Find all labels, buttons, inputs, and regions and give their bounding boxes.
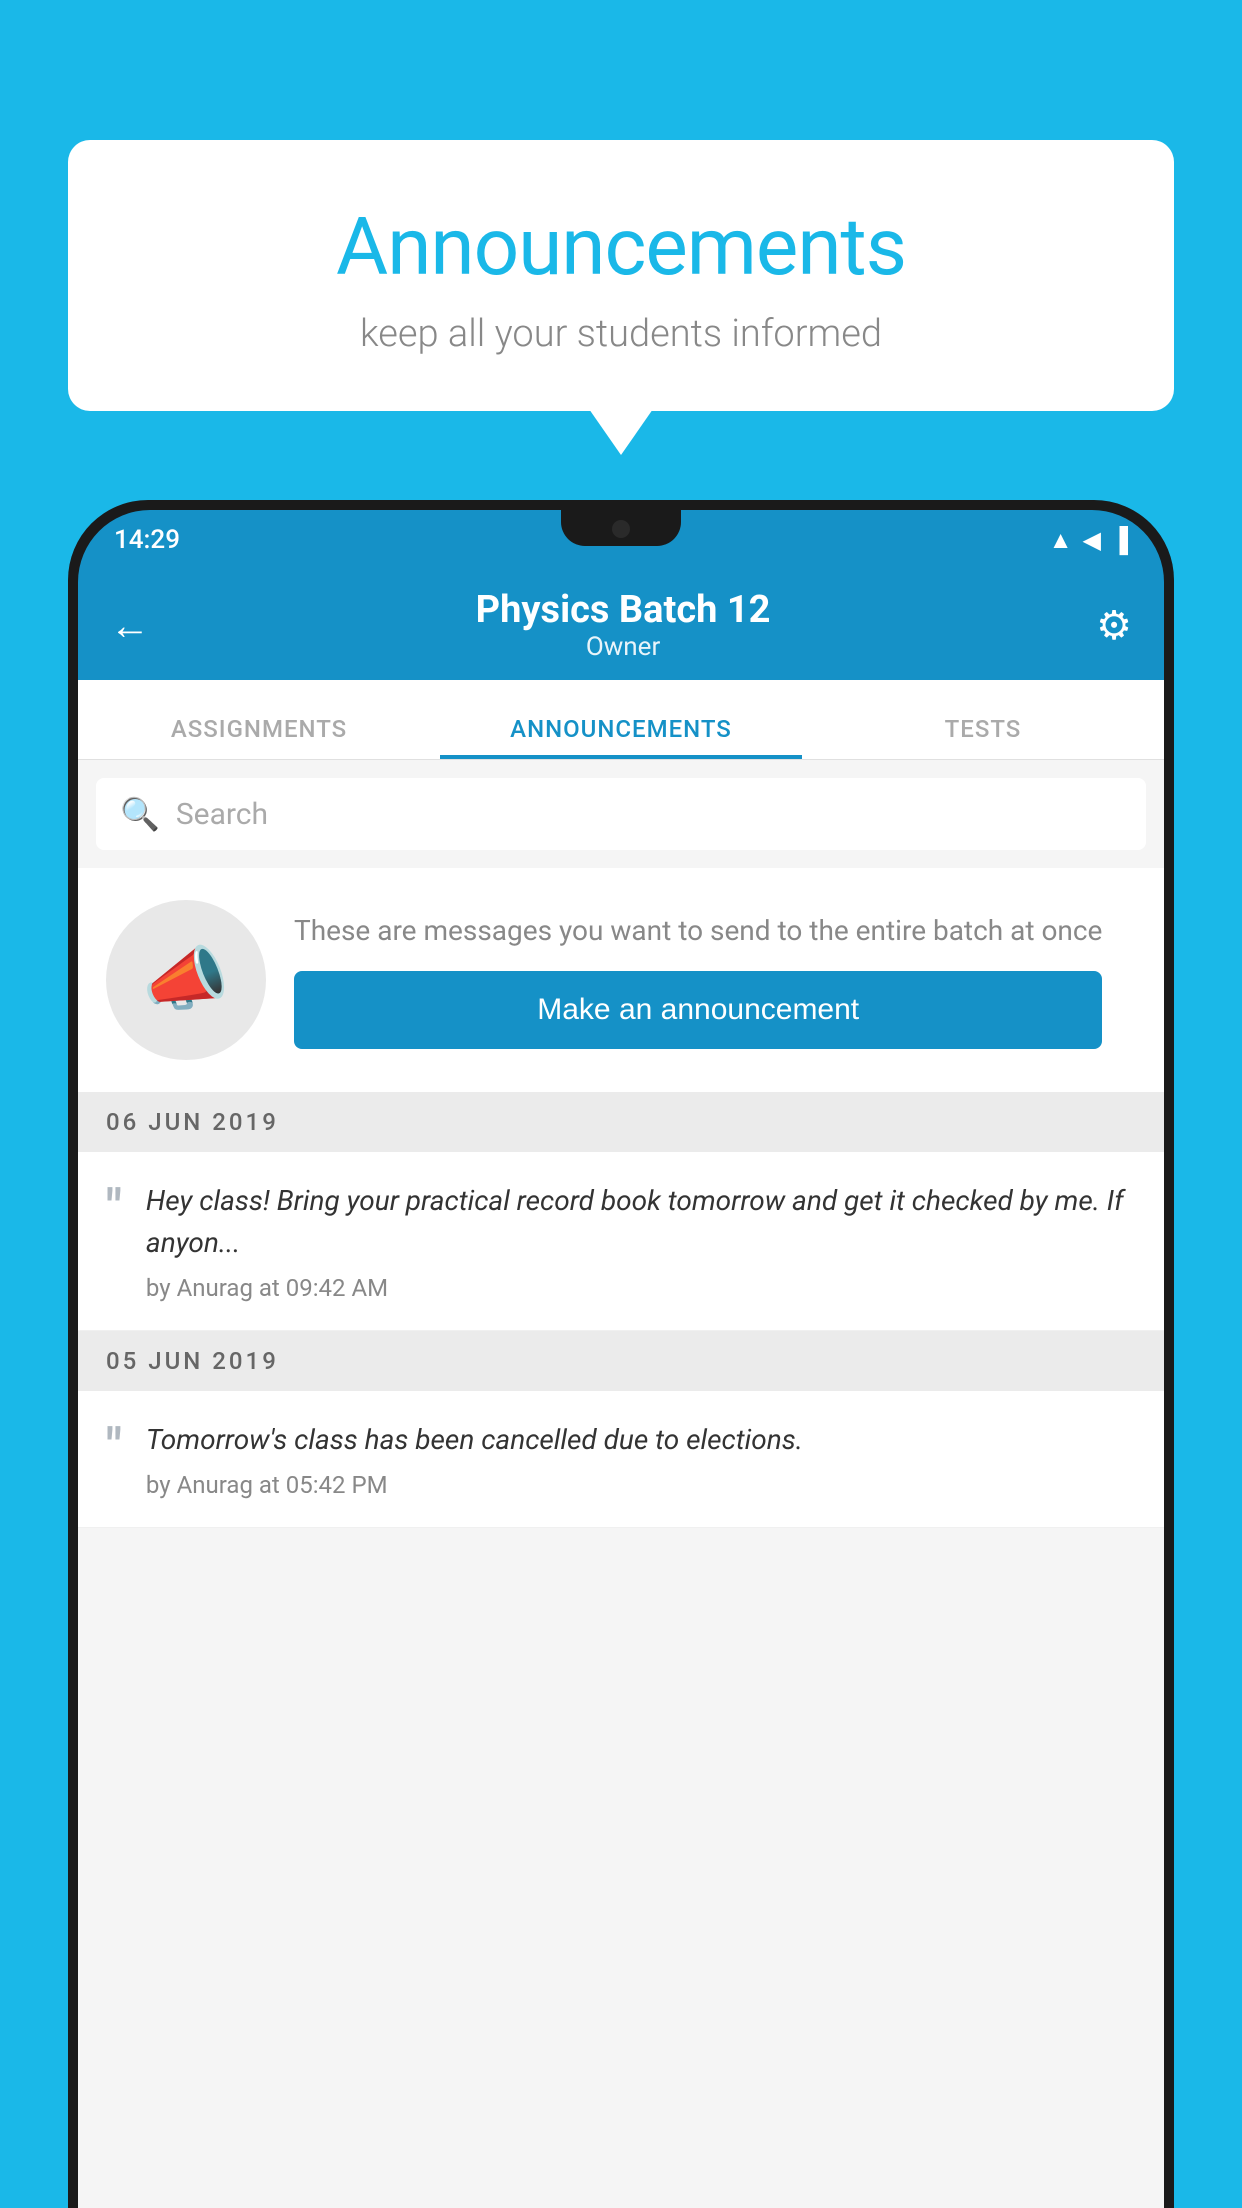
search-icon: 🔍 <box>120 795 160 833</box>
announcement-message-1: Hey class! Bring your practical record b… <box>146 1180 1136 1264</box>
back-button[interactable]: ← <box>110 602 150 649</box>
quote-icon-2: " <box>106 1423 122 1473</box>
tab-announcements[interactable]: ANNOUNCEMENTS <box>440 715 802 759</box>
announcement-text-1: Hey class! Bring your practical record b… <box>146 1180 1136 1302</box>
header-center: Physics Batch 12 Owner <box>476 588 771 662</box>
phone-inner: 14:29 ▲ ◀ ▐ ← Physics Batch 12 Owner ⚙ A… <box>78 510 1164 2208</box>
phone-frame: 14:29 ▲ ◀ ▐ ← Physics Batch 12 Owner ⚙ A… <box>68 500 1174 2208</box>
promo-card: 📣 These are messages you want to send to… <box>78 868 1164 1092</box>
make-announcement-button[interactable]: Make an announcement <box>294 971 1102 1049</box>
settings-button[interactable]: ⚙ <box>1096 602 1132 649</box>
bubble-subtitle: keep all your students informed <box>128 312 1114 356</box>
quote-icon-1: " <box>106 1184 122 1234</box>
announcement-item-2[interactable]: " Tomorrow's class has been cancelled du… <box>78 1391 1164 1528</box>
date-label-2: 05 JUN 2019 <box>106 1347 279 1375</box>
header-subtitle: Owner <box>476 632 771 662</box>
speech-bubble: Announcements keep all your students inf… <box>68 140 1174 411</box>
announcement-text-2: Tomorrow's class has been cancelled due … <box>146 1419 1136 1499</box>
megaphone-circle: 📣 <box>106 900 266 1060</box>
header-title: Physics Batch 12 <box>476 588 771 632</box>
phone-notch <box>561 510 681 546</box>
promo-description: These are messages you want to send to t… <box>294 911 1102 950</box>
bubble-title: Announcements <box>128 200 1114 294</box>
signal-icon: ◀ <box>1083 526 1101 554</box>
wifi-icon: ▲ <box>1049 526 1073 555</box>
battery-icon: ▐ <box>1111 526 1128 555</box>
promo-right: These are messages you want to send to t… <box>294 911 1102 1048</box>
content-area: 🔍 Search 📣 These are messages you want t… <box>78 760 1164 2208</box>
announcement-by-2: by Anurag at 05:42 PM <box>146 1471 1136 1499</box>
camera-dot <box>612 520 630 538</box>
announcement-message-2: Tomorrow's class has been cancelled due … <box>146 1419 1136 1461</box>
search-bar[interactable]: 🔍 Search <box>96 778 1146 850</box>
search-placeholder[interactable]: Search <box>176 797 268 832</box>
speech-bubble-container: Announcements keep all your students inf… <box>68 140 1174 411</box>
date-separator-2: 05 JUN 2019 <box>78 1331 1164 1391</box>
tab-assignments[interactable]: ASSIGNMENTS <box>78 715 440 759</box>
megaphone-icon: 📣 <box>142 939 229 1021</box>
status-time: 14:29 <box>114 525 180 555</box>
tab-bar: ASSIGNMENTS ANNOUNCEMENTS TESTS <box>78 680 1164 760</box>
status-icons: ▲ ◀ ▐ <box>1049 526 1128 555</box>
app-header: ← Physics Batch 12 Owner ⚙ <box>78 570 1164 680</box>
announcement-item-1[interactable]: " Hey class! Bring your practical record… <box>78 1152 1164 1331</box>
date-separator-1: 06 JUN 2019 <box>78 1092 1164 1152</box>
tab-tests[interactable]: TESTS <box>802 715 1164 759</box>
announcement-by-1: by Anurag at 09:42 AM <box>146 1274 1136 1302</box>
date-label-1: 06 JUN 2019 <box>106 1108 279 1136</box>
